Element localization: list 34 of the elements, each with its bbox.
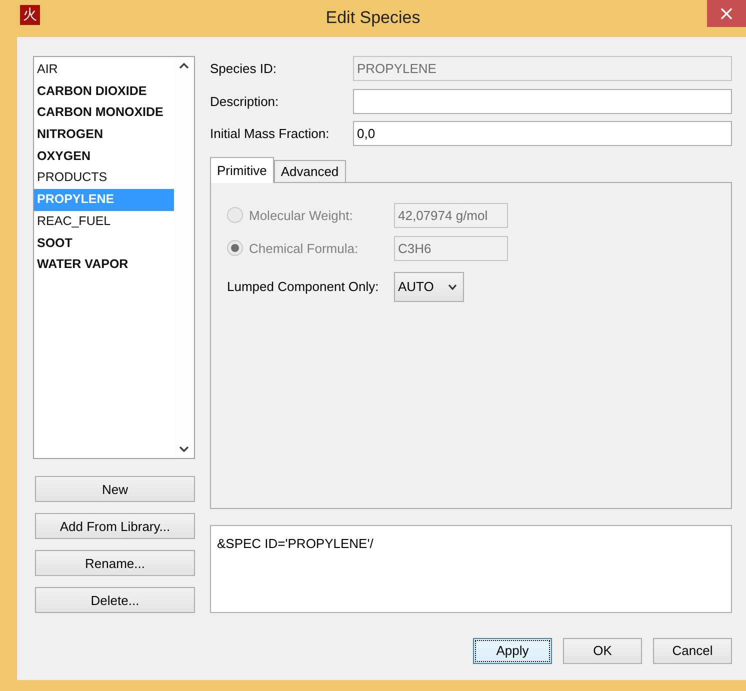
list-button[interactable]: Add From Library... <box>35 513 195 539</box>
list-button[interactable]: Rename... <box>35 550 195 576</box>
dropdown[interactable]: AUTO <box>394 272 464 302</box>
species-item[interactable]: AIR <box>34 59 174 81</box>
species-item[interactable]: CARBON MONOXIDE <box>34 102 174 124</box>
field-label: Description: <box>210 94 280 108</box>
input-field[interactable]: 0,0 <box>353 121 732 146</box>
species-item[interactable]: CARBON DIOXIDE <box>34 80 174 102</box>
field-label: Species ID: <box>210 61 278 76</box>
field-label: Initial Mass Fraction: <box>210 126 330 141</box>
tab[interactable]: Advanced <box>274 160 346 182</box>
preview-text-area[interactable]: &SPEC ID='PROPYLENE'/ <box>210 524 732 612</box>
scroll-down-icon[interactable] <box>179 446 189 452</box>
dialog-button[interactable]: Cancel <box>653 638 732 664</box>
species-item[interactable]: REAC_FUEL <box>34 210 174 232</box>
option-label: Chemical Formula: <box>249 240 360 256</box>
species-item[interactable]: PRODUCTS <box>34 167 174 190</box>
app-icon: 火 <box>20 4 40 24</box>
dialog-button[interactable]: OK <box>563 638 642 664</box>
species-item[interactable]: WATER VAPOR <box>34 254 174 276</box>
scroll-up-icon[interactable] <box>179 63 189 69</box>
species-item[interactable]: SOOT <box>34 232 174 254</box>
caret-icon <box>448 284 457 290</box>
field-label: Lumped Component Only: <box>227 279 380 294</box>
option-label: Molecular Weight: <box>249 208 354 222</box>
close-button[interactable]: × <box>707 0 746 27</box>
list-button[interactable]: Delete... <box>35 587 195 613</box>
window-title: Edit Species <box>326 8 420 27</box>
tab[interactable]: Primitive <box>210 156 274 182</box>
species-item[interactable]: NITROGEN <box>34 124 174 146</box>
input-field[interactable] <box>353 88 732 114</box>
species-item[interactable]: OXYGEN <box>34 146 174 168</box>
dialog-button[interactable]: Apply <box>473 638 552 664</box>
list-button[interactable]: New <box>35 476 195 502</box>
